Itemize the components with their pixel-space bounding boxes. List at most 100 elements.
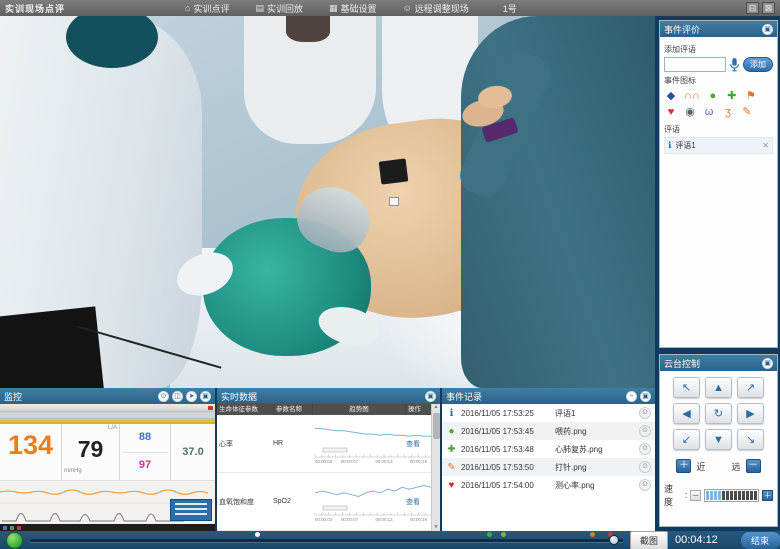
end-session-button[interactable]: 结束: [740, 531, 780, 549]
panel-collapse-icon[interactable]: ▣: [762, 358, 773, 369]
vital-trend-row: 心率HR00:00:0300:00:0700:00:1300:00:1900:0…: [217, 415, 431, 473]
chest-sensor-pad: [379, 158, 409, 184]
share-icon[interactable]: ➤: [186, 391, 197, 402]
snapshot-button[interactable]: 截图: [630, 531, 668, 549]
column-header: 参数名称: [274, 404, 312, 415]
record-icon[interactable]: ⊙: [158, 391, 169, 402]
param-abbr: SpO2: [273, 498, 311, 505]
tab-replay[interactable]: ▤实训回放: [255, 2, 303, 15]
scrollbar-thumb[interactable]: [433, 413, 440, 439]
microphone-icon[interactable]: [729, 57, 740, 72]
pan-down-button[interactable]: ▼: [705, 429, 732, 450]
svg-text:00:00:07: 00:00:07: [341, 517, 359, 522]
diamond-icon[interactable]: ◆: [665, 90, 677, 103]
pan-left-button[interactable]: ◀: [673, 403, 700, 424]
tab-live-review-label: 实训点评: [193, 2, 229, 15]
event-eval-panel: 事件评价 ▣ 添加评语 添加: [659, 20, 778, 348]
add-comment-label: 添加评语: [664, 44, 773, 55]
pan-auto-button[interactable]: ↻: [705, 403, 732, 424]
svg-text:00:00:03: 00:00:03: [315, 517, 333, 522]
snapshot-icon[interactable]: ▣: [425, 391, 436, 402]
realtime-header: 实时数据 ▣: [217, 388, 440, 404]
view-trend-link[interactable]: 查看: [406, 439, 431, 449]
snapshot-icon[interactable]: ▣: [640, 391, 651, 402]
close-icon: [208, 406, 213, 410]
waveform-area: [0, 480, 215, 524]
session-timer: 00:04:12: [675, 534, 725, 546]
event-record-row[interactable]: ♥2016/11/05 17:54:00测心率.png⊙: [442, 476, 655, 494]
remote-window-titlebar: [0, 404, 215, 412]
view-snapshot-button[interactable]: ⊙: [639, 407, 651, 419]
hr-value: 134: [2, 425, 59, 466]
snapshot-icon[interactable]: ▣: [200, 391, 211, 402]
pill-icon[interactable]: ●: [707, 90, 719, 103]
tab-settings[interactable]: ▦基础设置: [329, 2, 377, 15]
event-record-row[interactable]: ✎2016/11/05 17:53:50打针.png⊙: [442, 458, 655, 476]
lips-icon[interactable]: ω: [703, 106, 715, 119]
pan-up-button[interactable]: ▲: [705, 377, 732, 398]
scroll-up-icon[interactable]: ▲: [434, 404, 439, 411]
app-window: 实训现场点评 ⌂实训点评▤实训回放▦基础设置☺远程调整现场 1号 ⊟⊠: [0, 0, 780, 549]
collapse-icon[interactable]: −: [626, 391, 637, 402]
realtime-data-panel: 实时数据 ▣ 生命体征参数参数名称趋势图操作 心率HR00:00:0300:00…: [217, 388, 440, 531]
person-right-scrubs: [461, 16, 655, 388]
comment-list-item[interactable]: ℹ评语1✕: [664, 137, 773, 154]
event-record-row[interactable]: ℹ2016/11/05 17:53:25评语1⊙: [442, 404, 655, 422]
pill-icon: ●: [446, 426, 457, 437]
svg-text:00:00:13: 00:00:13: [375, 517, 393, 522]
comment-input[interactable]: [664, 57, 726, 72]
close-button[interactable]: ⊠: [762, 2, 775, 14]
panel-collapse-icon[interactable]: ▣: [762, 24, 773, 35]
eye-icon[interactable]: ◉: [684, 106, 696, 119]
event-record-panel: 事件记录 −▣ ℹ2016/11/05 17:53:25评语1⊙●2016/11…: [442, 388, 655, 531]
minimize-button[interactable]: ⊟: [746, 2, 759, 14]
pan-up-right-button[interactable]: ↗: [737, 377, 764, 398]
ptz-title: 云台控制: [664, 357, 700, 370]
monitor-panel: 监控 ⊙◫➤▣ 134 L/A 79 mmHg 88 97: [0, 388, 215, 531]
zoom-out-button[interactable]: －: [746, 459, 761, 473]
session-timeline[interactable]: [30, 531, 623, 549]
event-record-row[interactable]: ✚2016/11/05 17:53:48心肺复苏.png⊙: [442, 440, 655, 458]
comment-icon: ℹ: [446, 408, 457, 419]
comment-label: 评语1: [675, 140, 695, 151]
add-comment-button[interactable]: 添加: [743, 57, 773, 72]
scrollbar[interactable]: ▲ ▼: [431, 404, 440, 531]
stomach-icon[interactable]: ʒ: [722, 106, 734, 119]
view-trend-link[interactable]: 查看: [406, 497, 431, 507]
pan-up-left-button[interactable]: ↖: [673, 377, 700, 398]
pin-icon[interactable]: ⚑: [745, 90, 757, 103]
speed-meter[interactable]: [704, 489, 759, 502]
iv-drip-icon[interactable]: ✚: [726, 90, 738, 103]
view-snapshot-button[interactable]: ⊙: [639, 425, 651, 437]
pan-down-right-button[interactable]: ↘: [737, 429, 764, 450]
speed-plus-button[interactable]: ＋: [762, 490, 773, 501]
timeline-track[interactable]: [30, 539, 623, 542]
tab-remote-adjust[interactable]: ☺远程调整现场: [403, 2, 469, 15]
zoom-in-button[interactable]: ＋: [676, 459, 691, 473]
speed-label: 速度: [664, 482, 682, 508]
tab-live-review[interactable]: ⌂实训点评: [185, 2, 229, 15]
live-video-feed[interactable]: [0, 16, 655, 388]
pan-right-button[interactable]: ▶: [737, 403, 764, 424]
syringe-icon[interactable]: ✎: [741, 106, 753, 119]
event-icon-grid: ◆ ∩∩ ● ✚ ⚑ ♥ ◉ ωʒ ✎: [664, 88, 773, 121]
vital-values: 134 L/A 79 mmHg 88 97 37.0: [0, 424, 215, 480]
event-record-row[interactable]: ●2016/11/05 17:53:45喂药.png⊙: [442, 422, 655, 440]
view-snapshot-button[interactable]: ⊙: [639, 479, 651, 491]
view-snapshot-button[interactable]: ⊙: [639, 443, 651, 455]
event-record-list: ℹ2016/11/05 17:53:25评语1⊙●2016/11/05 17:5…: [442, 404, 655, 531]
heart-icon[interactable]: ♥: [665, 106, 677, 119]
lungs-icon[interactable]: ∩∩: [684, 90, 700, 103]
scroll-down-icon[interactable]: ▼: [434, 524, 439, 531]
delete-comment-icon[interactable]: ✕: [762, 141, 769, 150]
view-snapshot-button[interactable]: ⊙: [639, 461, 651, 473]
speed-minus-button[interactable]: －: [690, 490, 701, 501]
pause-icon[interactable]: ◫: [172, 391, 183, 402]
remote-notification-popup: [170, 499, 212, 521]
pan-down-left-button[interactable]: ↙: [673, 429, 700, 450]
ptz-arrow-grid: ↖▲↗ ◀↻▶ ↙▼↘: [664, 377, 773, 450]
realtime-header-buttons: ▣: [425, 391, 436, 402]
comments-label: 评语: [664, 124, 773, 135]
timeline-thumb[interactable]: [609, 535, 619, 545]
replay-icon: ▤: [255, 3, 264, 14]
